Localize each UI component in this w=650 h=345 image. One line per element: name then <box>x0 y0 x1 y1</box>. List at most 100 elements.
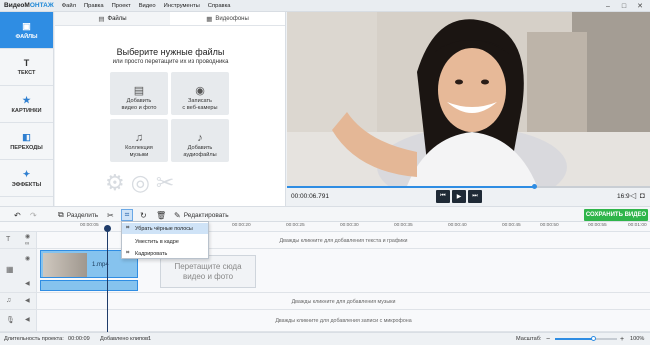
tab-video-backgrounds[interactable]: ▦ Видеофоны <box>170 12 285 25</box>
add-video-icon: ▤ <box>133 85 145 97</box>
split-label: Разделить <box>66 211 99 219</box>
minimize-icon[interactable]: – <box>600 0 616 12</box>
zoom-out-icon[interactable]: − <box>546 336 550 343</box>
record-webcam-button[interactable]: ◉ Записать с веб-камеры <box>171 72 229 115</box>
redo-button[interactable]: ↷ <box>30 209 40 221</box>
clip-audio-waveform[interactable] <box>40 280 138 291</box>
nav-images[interactable]: ★ КАРТИНКИ <box>0 86 53 123</box>
nav-files[interactable]: ▣ ФАЙЛЫ <box>0 12 53 49</box>
playhead-handle[interactable] <box>104 225 111 232</box>
undo-button[interactable]: ↶ <box>14 209 24 221</box>
tab-video-backgrounds-label: Видеофоны <box>215 15 249 22</box>
music-track[interactable]: ♫ ◀ Дважды кликните для добавления музык… <box>0 293 650 310</box>
video-dropzone[interactable]: Перетащите сюда видео и фото <box>160 255 256 288</box>
mic-track-header: 🎙 ◀ <box>0 310 37 331</box>
duration-label: Длительность проекта: <box>4 336 64 342</box>
menu-item-fit-frame[interactable]: Уместить в кадре <box>122 236 208 247</box>
play-icon: ▶ <box>456 194 462 200</box>
add-video-photo-button[interactable]: ▤ Добавить видео и фото <box>110 72 168 115</box>
edit-label: Редактировать <box>183 211 229 219</box>
zoom-slider-handle[interactable] <box>591 336 596 341</box>
maximize-icon[interactable]: □ <box>616 0 632 12</box>
prev-frame-button[interactable]: ⏮ <box>436 190 450 203</box>
menu-item-label: Убрать чёрные полосы <box>135 225 193 232</box>
undo-icon: ↶ <box>14 210 21 220</box>
menu-video[interactable]: Видео <box>139 3 156 9</box>
text-track-header: T ◉ ∞ <box>0 232 37 248</box>
menu-help[interactable]: Справка <box>208 3 231 9</box>
menu-project[interactable]: Проект <box>112 3 131 9</box>
ruler-tick: 00:00:20 <box>232 223 251 228</box>
link-icon[interactable]: ∞ <box>25 241 29 247</box>
playback-progress-bar[interactable] <box>287 184 650 189</box>
star-icon: ★ <box>22 94 31 105</box>
tile-label-2: видео и фото <box>121 105 157 111</box>
video-backgrounds-tab-icon: ▦ <box>206 15 213 23</box>
volume-icon[interactable]: ◁ <box>630 191 636 200</box>
nav-transitions[interactable]: ◧ ПЕРЕХОДЫ <box>0 123 53 160</box>
rotate-button[interactable]: ↻ <box>140 209 150 221</box>
menu-item-crop[interactable]: ⌗ Кадрировать <box>122 248 208 259</box>
tile-label-2: музыки <box>129 152 149 158</box>
crop-dropdown-menu: ⌗ Убрать чёрные полосы Уместить в кадре … <box>121 221 209 259</box>
ruler-tick: 00:01:00 <box>628 223 647 228</box>
dropzone-line2: видео и фото <box>182 271 234 281</box>
menu-edit[interactable]: Правка <box>84 3 104 9</box>
crop-icon: ⌗ <box>126 225 130 231</box>
snapshot-icon[interactable]: ◘ <box>640 191 645 200</box>
zoom-in-icon[interactable]: + <box>620 336 624 343</box>
crop-frame-icon: ⌗ <box>126 250 130 256</box>
edit-button[interactable]: ✎ Редактировать <box>174 209 229 221</box>
save-video-button[interactable]: СОХРАНИТЬ ВИДЕО <box>584 209 648 221</box>
nav-images-label: КАРТИНКИ <box>11 107 42 114</box>
nav-effects[interactable]: ✦ ЭФФЕКТЫ <box>0 160 53 197</box>
rotate-icon: ↻ <box>140 210 147 220</box>
play-button[interactable]: ▶ <box>452 190 466 203</box>
next-frame-button[interactable]: ⏭ <box>468 190 482 203</box>
nav-text[interactable]: T ТЕКСТ <box>0 49 53 86</box>
music-note-icon: ♫ <box>6 297 12 304</box>
text-track[interactable]: T ◉ ∞ Дважды кликните для добавления тек… <box>0 232 650 249</box>
duration-value: 00:00:09 <box>68 336 90 342</box>
split-button[interactable]: ⧉ Разделить <box>58 209 98 221</box>
audio-volume-icon[interactable]: ◀ <box>25 297 30 304</box>
playhead-line[interactable] <box>107 226 108 332</box>
film-icon: ▦ <box>6 265 14 274</box>
ruler-tick: 00:00:35 <box>394 223 413 228</box>
add-audio-button[interactable]: ♪ Добавить аудиофайлы <box>171 119 229 162</box>
music-collection-button[interactable]: ♫ Коллекция музыки <box>110 119 168 162</box>
cut-button[interactable]: ✂ <box>107 209 117 221</box>
menu-tools[interactable]: Инструменты <box>164 3 200 9</box>
music-track-hint: Дважды кликните для добавления музыки <box>291 299 396 305</box>
aspect-ratio-selector[interactable]: 16:9 <box>617 193 630 200</box>
tab-files[interactable]: ▤ Файлы <box>55 12 170 25</box>
eye-icon[interactable]: ◉ <box>25 255 30 262</box>
microphone-track[interactable]: 🎙 ◀ Дважды кликните для добавления запис… <box>0 310 650 332</box>
nav-files-label: ФАЙЛЫ <box>15 33 38 40</box>
text-track-icon: T <box>6 236 11 243</box>
crop-icon: ⌗ <box>124 210 130 219</box>
audio-volume-icon[interactable]: ◀ <box>25 280 30 287</box>
scissors-icon: ✂ <box>107 210 114 220</box>
zoom-label: Масштаб: <box>516 336 542 342</box>
zoom-slider[interactable] <box>555 336 617 341</box>
nav-text-label: ТЕКСТ <box>17 70 36 76</box>
menu-item-remove-black-bars[interactable]: ⌗ Убрать чёрные полосы <box>122 223 208 234</box>
timeline-ruler[interactable]: 00:00:05 00:00:20 00:00:25 00:00:30 00:0… <box>0 222 650 232</box>
ruler-tick: 00:00:30 <box>340 223 359 228</box>
delete-button[interactable]: 🗑 <box>156 209 169 221</box>
playback-progress-fill <box>287 186 534 188</box>
trash-icon: 🗑 <box>156 210 167 220</box>
audio-volume-icon[interactable]: ◀ <box>25 316 30 323</box>
microphone-icon: 🎙 <box>6 317 15 324</box>
eye-icon[interactable]: ◉ <box>25 233 30 240</box>
redo-icon: ↷ <box>30 210 37 220</box>
close-icon[interactable]: ✕ <box>632 0 648 12</box>
video-frame[interactable] <box>287 12 650 186</box>
menu-file[interactable]: Файл <box>62 3 76 9</box>
menu-item-label: Кадрировать <box>135 250 168 257</box>
crop-button[interactable]: ⌗ <box>121 209 133 221</box>
nav-transitions-label: ПЕРЕХОДЫ <box>10 144 43 151</box>
ruler-tick: 00:00:50 <box>540 223 559 228</box>
playback-progress-handle[interactable] <box>532 184 537 189</box>
